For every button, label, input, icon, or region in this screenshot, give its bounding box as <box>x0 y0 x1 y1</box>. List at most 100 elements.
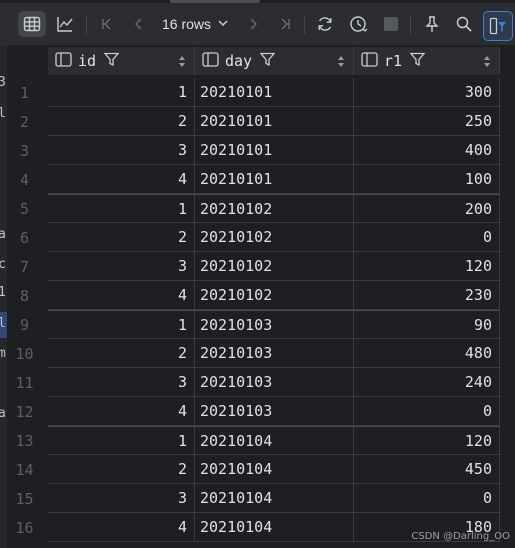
table-view-icon[interactable] <box>18 11 46 37</box>
table-row[interactable]: 7 3 20210102 120 <box>7 252 500 281</box>
cell-day[interactable]: 20210104 <box>195 455 354 484</box>
search-icon[interactable] <box>452 11 476 37</box>
stop-icon[interactable] <box>380 11 402 37</box>
cell-id[interactable]: 2 <box>48 455 195 484</box>
row-number: 2 <box>19 113 30 131</box>
cell-day[interactable]: 20210104 <box>195 484 354 513</box>
cell-id[interactable]: 4 <box>48 281 195 310</box>
pin-icon[interactable] <box>420 11 444 37</box>
table-row[interactable]: 3 3 20210101 400 <box>7 136 500 165</box>
cell-r1[interactable]: 90 <box>354 310 500 339</box>
row-number: 13 <box>15 432 34 450</box>
cell-r1[interactable]: 480 <box>354 339 500 368</box>
left-strip-char: a <box>0 227 6 242</box>
chart-view-icon[interactable] <box>52 11 78 37</box>
cell-day[interactable]: 20210102 <box>195 252 354 281</box>
column-filter-icon[interactable] <box>103 52 120 71</box>
cell-id[interactable]: 3 <box>48 136 195 165</box>
cell-id[interactable]: 4 <box>48 165 195 194</box>
row-number: 8 <box>19 287 30 305</box>
row-number: 3 <box>19 142 30 160</box>
column-header-r1[interactable]: r1 <box>354 47 500 75</box>
rows-count-dropdown[interactable]: 16 rows <box>162 11 229 37</box>
filter-icon[interactable] <box>483 11 513 41</box>
cell-r1[interactable]: 100 <box>354 165 500 194</box>
cell-day[interactable]: 20210103 <box>195 310 354 339</box>
rows-dropdown-icon <box>217 16 229 32</box>
cell-id[interactable]: 2 <box>48 107 195 136</box>
row-number: 1 <box>19 84 30 102</box>
cell-day[interactable]: 20210101 <box>195 165 354 194</box>
cell-id[interactable]: 1 <box>48 78 195 107</box>
cell-r1[interactable]: 120 <box>354 426 500 455</box>
cell-day[interactable]: 20210103 <box>195 397 354 426</box>
column-header-day[interactable]: day <box>195 47 354 75</box>
cell-r1[interactable]: 0 <box>354 397 500 426</box>
table-row[interactable]: 8 4 20210102 230 <box>7 281 500 310</box>
cell-r1[interactable]: 120 <box>354 252 500 281</box>
table-row[interactable]: 13 1 20210104 120 <box>7 426 500 455</box>
cell-id[interactable]: 1 <box>48 426 195 455</box>
column-header-id[interactable]: id <box>48 47 195 75</box>
cell-day[interactable]: 20210103 <box>195 368 354 397</box>
last-page-icon[interactable] <box>274 11 296 37</box>
cell-id[interactable]: 1 <box>48 194 195 223</box>
table-row[interactable]: 12 4 20210103 0 <box>7 397 500 426</box>
sort-icon[interactable] <box>483 54 491 72</box>
sort-icon[interactable] <box>178 54 186 72</box>
column-filter-icon[interactable] <box>259 52 276 71</box>
cell-r1[interactable]: 300 <box>354 78 500 107</box>
table-row[interactable]: 14 2 20210104 450 <box>7 455 500 484</box>
first-page-icon[interactable] <box>96 11 118 37</box>
cell-r1[interactable]: 0 <box>354 484 500 513</box>
cell-day[interactable]: 20210104 <box>195 426 354 455</box>
cell-r1[interactable]: 200 <box>354 194 500 223</box>
row-number: 5 <box>19 200 30 218</box>
vertical-scrollbar[interactable] <box>500 45 515 548</box>
cell-id[interactable]: 4 <box>48 513 195 542</box>
row-number: 10 <box>15 345 34 363</box>
table-row[interactable]: 15 3 20210104 0 <box>7 484 500 513</box>
table-row[interactable]: 4 4 20210101 100 <box>7 165 500 194</box>
table-row[interactable]: 6 2 20210102 0 <box>7 223 500 252</box>
column-filter-icon[interactable] <box>409 52 426 71</box>
sort-icon[interactable] <box>337 54 345 72</box>
cell-day[interactable]: 20210101 <box>195 107 354 136</box>
prev-page-icon[interactable] <box>128 11 150 37</box>
cell-r1[interactable]: 450 <box>354 455 500 484</box>
table-row[interactable]: 11 3 20210103 240 <box>7 368 500 397</box>
grid-toolbar: 16 rows <box>0 3 515 45</box>
cell-day[interactable]: 20210102 <box>195 223 354 252</box>
refresh-icon[interactable] <box>313 11 337 37</box>
row-number: 14 <box>15 461 34 479</box>
cell-id[interactable]: 3 <box>48 484 195 513</box>
cell-r1[interactable]: 230 <box>354 281 500 310</box>
table-row[interactable]: 2 2 20210101 250 <box>7 107 500 136</box>
cell-id[interactable]: 1 <box>48 310 195 339</box>
table-row[interactable]: 1 1 20210101 300 <box>7 78 500 107</box>
history-icon[interactable] <box>346 11 372 37</box>
cell-r1[interactable]: 240 <box>354 368 500 397</box>
cell-id[interactable]: 2 <box>48 223 195 252</box>
left-strip-char: c <box>0 257 6 272</box>
table-row[interactable]: 10 2 20210103 480 <box>7 339 500 368</box>
cell-day[interactable]: 20210101 <box>195 136 354 165</box>
cell-r1[interactable]: 400 <box>354 136 500 165</box>
cell-r1[interactable]: 250 <box>354 107 500 136</box>
column-header-label: id <box>78 52 97 70</box>
cell-day[interactable]: 20210102 <box>195 194 354 223</box>
cell-r1[interactable]: 0 <box>354 223 500 252</box>
cell-id[interactable]: 2 <box>48 339 195 368</box>
table-row[interactable]: 5 1 20210102 200 <box>7 194 500 223</box>
cell-id[interactable]: 3 <box>48 368 195 397</box>
row-number: 12 <box>15 403 34 421</box>
cell-day[interactable]: 20210102 <box>195 281 354 310</box>
cell-id[interactable]: 4 <box>48 397 195 426</box>
table-row[interactable]: 9 1 20210103 90 <box>7 310 500 339</box>
cell-day[interactable]: 20210104 <box>195 513 354 542</box>
next-page-icon[interactable] <box>242 11 264 37</box>
cell-day[interactable]: 20210101 <box>195 78 354 107</box>
cell-day[interactable]: 20210103 <box>195 339 354 368</box>
column-icon <box>55 51 72 71</box>
cell-id[interactable]: 3 <box>48 252 195 281</box>
